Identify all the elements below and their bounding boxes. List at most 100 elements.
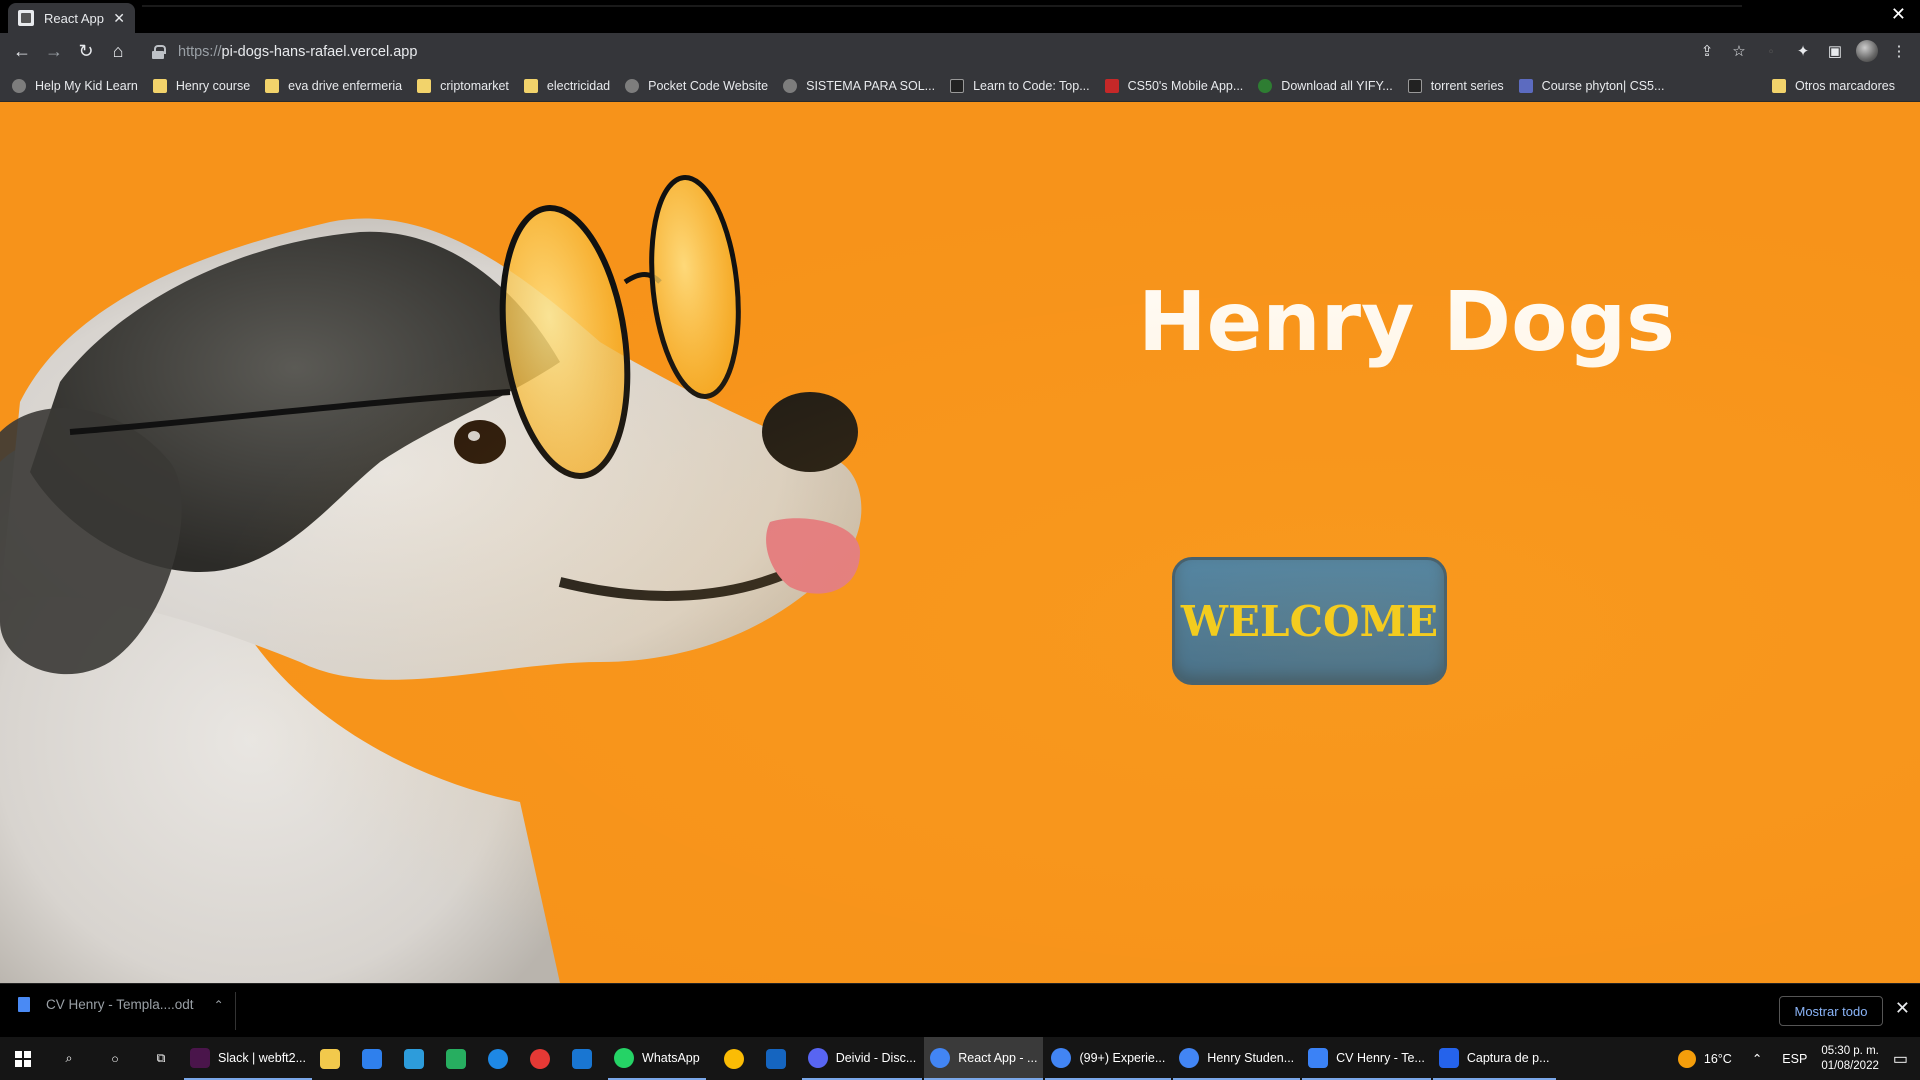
url-host: pi-dogs-hans-rafael.vercel.app [221,43,418,60]
bookmark-item[interactable]: Learn to Code: Top... [950,78,1090,93]
globe-icon [12,78,26,93]
freecodecamp-icon [950,78,965,93]
bookmark-item[interactable]: torrent series [1407,78,1504,93]
edx-icon [1518,78,1533,93]
download-shelf: CV Henry - Templa....odt ⌃ Mostrar todo … [0,983,1920,1037]
taskbar-app-chrome-henry[interactable]: Henry Studen... [1173,1037,1301,1080]
bookmark-star-icon[interactable]: ☆ [1726,37,1752,65]
address-bar[interactable]: https:// pi-dogs-hans-rafael.vercel.app [140,37,1700,66]
taskbar-app-opera[interactable] [524,1037,564,1080]
pocket-code-icon [625,78,640,93]
android-icon [446,1048,467,1069]
bookmark-item[interactable]: criptomarket [417,78,509,93]
lock-icon[interactable] [152,44,166,59]
taskbar-app-android[interactable] [440,1037,480,1080]
system-tray: 16°C ⌃ ESP 05:30 p. m. 01/08/2022 ▭ [1677,1037,1920,1080]
whatsapp-icon [614,1047,635,1068]
bookmark-item[interactable]: electricidad [523,78,610,93]
tv-icon [1407,78,1422,93]
taskbar-app-slack[interactable]: Slack | webft2... [184,1037,313,1080]
toolbar-actions: ⇪ ☆ ◦ ✦ ▣ ⋮ [1694,37,1912,65]
cortana-icon[interactable]: ○ [92,1037,138,1080]
back-arrow-icon[interactable]: ← [6,36,38,68]
clock[interactable]: 05:30 p. m. 01/08/2022 [1821,1044,1879,1074]
show-all-downloads-button[interactable]: Mostrar todo [1779,996,1883,1026]
weather-sun-icon[interactable] [1677,1049,1696,1068]
language-indicator[interactable]: ESP [1782,1052,1807,1066]
taskbar-app-discord[interactable]: Deivid - Disc... [801,1037,923,1080]
chrome-icon [1051,1047,1072,1068]
bookmark-item[interactable]: eva drive enfermeria [265,78,402,93]
bookmark-item[interactable]: Henry course [152,78,250,93]
tab-close-icon[interactable]: ✕ [113,10,125,27]
temperature[interactable]: 16°C [1704,1052,1732,1066]
folder-icon [320,1048,341,1069]
taskbar-app-explorer[interactable] [314,1037,354,1080]
folder-icon [152,78,167,93]
window-close-icon[interactable]: ✕ [1891,4,1906,25]
chrome-icon [723,1048,744,1069]
taskbar-app-notes[interactable] [760,1037,800,1080]
react-favicon-icon [18,10,34,26]
tab-strip-empty-area [142,5,1742,27]
discord-icon [807,1047,828,1068]
bookmark-item[interactable]: Download all YIFY... [1258,78,1393,93]
welcome-button[interactable]: WELCOME [1172,557,1447,685]
mail-icon [362,1048,383,1069]
chevron-up-icon[interactable]: ⌃ [1752,1051,1762,1066]
bookmark-item[interactable]: SISTEMA PARA SOL... [783,78,935,93]
browser-toolbar: ← → ↻ ⌂ https:// pi-dogs-hans-rafael.ver… [0,33,1920,70]
tab-title: React App [44,10,104,26]
close-icon[interactable]: ✕ [1895,998,1910,1019]
folder-icon [523,78,538,93]
taskbar-app-store[interactable] [398,1037,438,1080]
taskbar-app-chrome-experience[interactable]: (99+) Experie... [1045,1037,1172,1080]
taskbar-app-vscode[interactable] [566,1037,606,1080]
globe-icon [783,78,798,93]
bookmark-item[interactable]: Help My Kid Learn [12,78,138,93]
bookmark-item[interactable]: Course phyton| CS5... [1518,78,1664,93]
notification-icon[interactable]: ▭ [1893,1049,1908,1069]
profile-avatar[interactable] [1854,37,1880,65]
edge-icon [488,1048,509,1069]
search-icon[interactable]: ⌕ [46,1037,92,1080]
task-view-icon[interactable]: ⧉ [138,1037,184,1080]
taskbar-app-writer[interactable]: CV Henry - Te... [1302,1037,1431,1080]
taskbar-app-mail[interactable] [356,1037,396,1080]
store-icon [404,1048,425,1069]
home-icon[interactable]: ⌂ [102,36,134,68]
slack-icon [190,1047,210,1068]
share-icon[interactable]: ⇪ [1694,37,1720,65]
forward-arrow-icon[interactable]: → [38,36,70,68]
download-filename: CV Henry - Templa....odt [46,997,194,1012]
taskbar-app-whatsapp[interactable]: WhatsApp [608,1037,706,1080]
folder-icon [265,78,280,93]
menu-kebab-icon[interactable]: ⋮ [1886,37,1912,65]
vscode-icon [572,1048,593,1069]
opera-icon [530,1048,551,1069]
windows-taskbar: ⌕ ○ ⧉ Slack | webft2... WhatsApp Deivid … [0,1037,1920,1080]
extensions-puzzle-icon[interactable]: ✦ [1790,37,1816,65]
tab-react-app[interactable]: React App ✕ [8,3,135,33]
bookmark-item[interactable]: Pocket Code Website [625,78,768,93]
chevron-up-icon[interactable]: ⌃ [214,998,224,1012]
taskbar-app-chrome[interactable] [718,1037,758,1080]
clock-date: 01/08/2022 [1821,1059,1879,1072]
document-icon [1308,1047,1329,1068]
chrome-icon [1179,1047,1200,1068]
other-bookmarks-folder[interactable]: Otros marcadores [1771,70,1895,102]
taskbar-app-chrome-react[interactable]: React App - ... [924,1037,1044,1080]
taskbar-app-edge[interactable] [482,1037,522,1080]
bookmark-item[interactable]: CS50's Mobile App... [1104,78,1243,93]
dog-with-glasses-image [0,102,900,983]
notes-icon [765,1048,786,1069]
side-panel-icon[interactable]: ▣ [1822,37,1848,65]
landing-page: Henry Dogs WELCOME [0,102,1920,983]
bookmarks-bar: Help My Kid Learn Henry course eva drive… [0,70,1920,102]
taskbar-app-screenshot[interactable]: Captura de p... [1432,1037,1556,1080]
extension-icon[interactable]: ◦ [1758,37,1784,65]
document-icon [18,997,30,1012]
windows-start-icon[interactable] [0,1037,46,1080]
reload-icon[interactable]: ↻ [70,36,102,68]
download-item[interactable]: CV Henry - Templa....odt ⌃ [18,997,224,1012]
